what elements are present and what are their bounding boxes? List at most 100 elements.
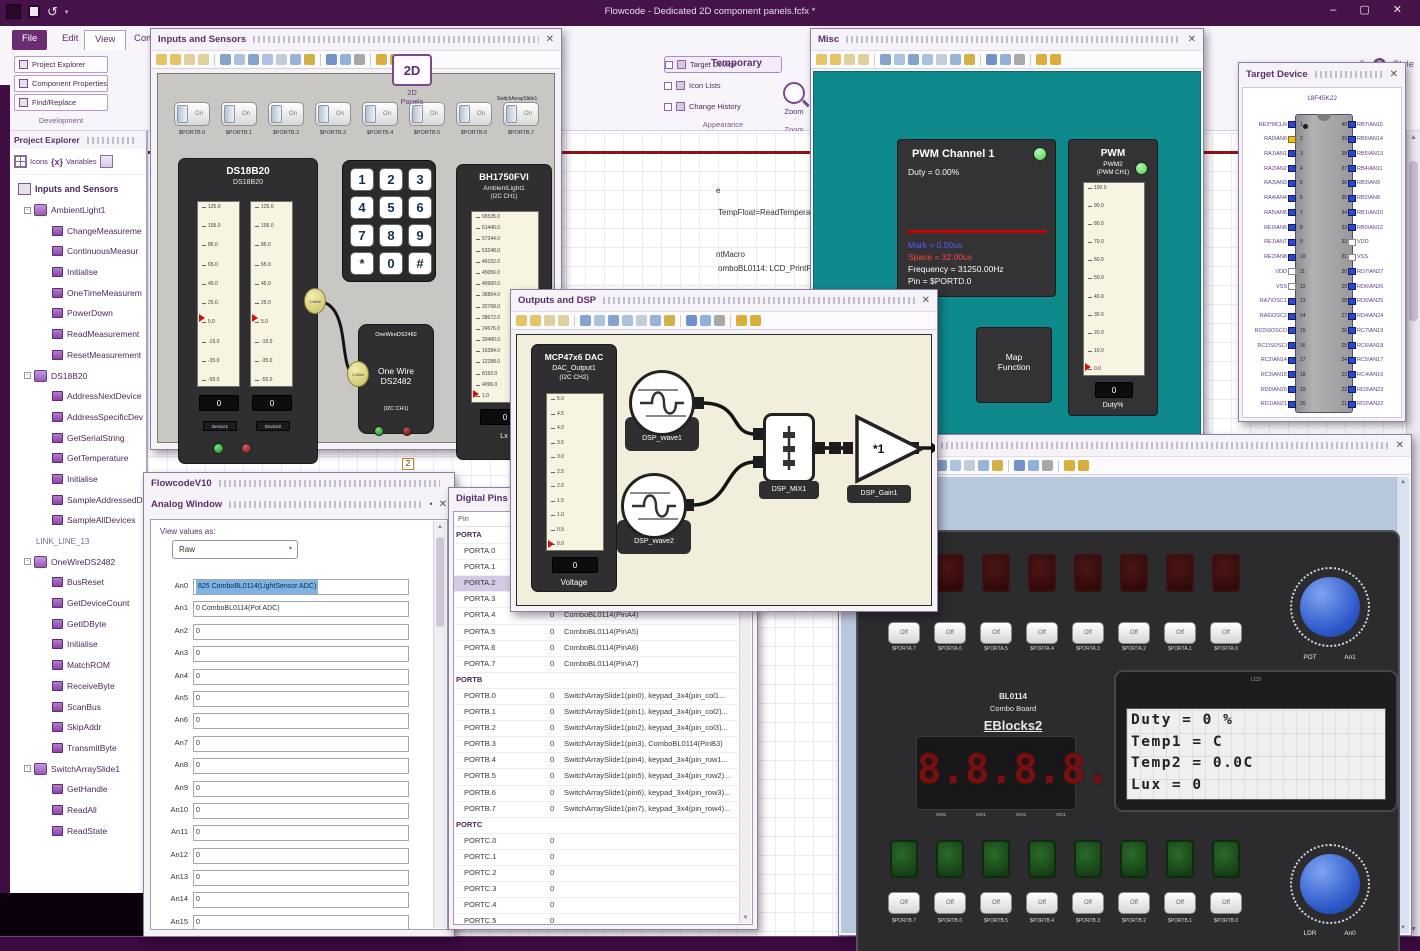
variables-label[interactable]: Variables [66, 157, 97, 166]
toolbar-icon[interactable] [608, 315, 619, 326]
keypad-key-2[interactable]: 2 [379, 168, 403, 191]
tree-item[interactable]: ReadState [10, 820, 146, 841]
slide-switch-7[interactable]: On [503, 102, 539, 126]
inputs-close-icon[interactable]: ✕ [546, 34, 554, 45]
target-close-icon[interactable]: ✕ [1390, 69, 1398, 80]
icons-view-icon[interactable] [14, 155, 27, 168]
toolbar-icon[interactable] [354, 54, 365, 65]
tree-item[interactable]: LINK_LINE_13 [10, 531, 146, 552]
toolbar-icon[interactable] [858, 54, 869, 65]
pwm-channel-component[interactable]: PWM Channel 1 Duty = 0.00% Mark = 0.00us… [897, 139, 1056, 297]
toolbar-icon[interactable] [622, 315, 633, 326]
tree-item[interactable]: TransmitByte [10, 738, 146, 759]
keypad-key-8[interactable]: 8 [379, 224, 403, 247]
porta-switch-2[interactable]: Off [980, 622, 1012, 644]
tree-item[interactable]: GetHandle [10, 779, 146, 800]
tree-item[interactable]: AddressSpecificDev [10, 407, 146, 428]
porta-switch-4[interactable]: Off [1072, 622, 1104, 644]
toolbar-icon[interactable] [1064, 460, 1075, 471]
zoom-group[interactable]: Zoom · Zoom [779, 82, 809, 134]
clipped-toolbar-icon[interactable] [99, 155, 113, 168]
analog-row-An15[interactable]: An15 0 [160, 914, 431, 929]
checkbox-icon[interactable] [664, 102, 672, 111]
toolbar-icon[interactable] [950, 54, 961, 65]
slide-switch-3[interactable]: On [315, 102, 351, 126]
digital-pin-row-PORTC.1[interactable]: PORTC.1 0 [454, 850, 738, 866]
tab-edit[interactable]: Edit [52, 30, 88, 50]
toolbar-icon[interactable] [558, 315, 569, 326]
tree-item[interactable]: ContinuousMeasur [10, 241, 146, 262]
porta-switch-3[interactable]: Off [1026, 622, 1058, 644]
map-function-component[interactable]: Map Function [976, 327, 1052, 403]
toolbar-icon[interactable] [750, 315, 761, 326]
zoom-icon[interactable] [783, 82, 805, 104]
porta-switch-7[interactable]: Off [1210, 622, 1242, 644]
analog-value-field[interactable]: 0 [193, 713, 409, 730]
toolbar-icon[interactable] [170, 54, 181, 65]
toolbar-icon[interactable] [276, 54, 287, 65]
portb-switch-3[interactable]: Off [1026, 892, 1058, 914]
keypad-key-9[interactable]: 9 [408, 224, 432, 247]
slide-switch-2[interactable]: On [268, 102, 304, 126]
tree-item[interactable]: Initialise [10, 469, 146, 490]
toolbar-icon[interactable] [340, 54, 351, 65]
ds18b20-device-badge-2[interactable]: Device2 [256, 421, 290, 431]
checkbox-icon[interactable] [665, 60, 673, 69]
analog-row-An7[interactable]: An7 0 [160, 735, 431, 757]
switch-knob[interactable] [271, 105, 282, 123]
expand-icon[interactable]: - [24, 765, 31, 773]
switch-knob[interactable] [506, 105, 517, 123]
analog-value-field[interactable]: 0 [193, 646, 409, 663]
analog-value-field[interactable]: 0 [193, 914, 409, 929]
digital-pin-row-PORTC.3[interactable]: PORTC.3 0 [454, 882, 738, 899]
analog-value-field[interactable]: 0 [193, 690, 409, 707]
analog-row-An0[interactable]: An0 825 ComboBL0114(LightSensor ADC) [160, 578, 431, 600]
toolbar-icon[interactable] [1036, 54, 1047, 65]
toolbar-icon[interactable] [530, 315, 541, 326]
analog-row-An12[interactable]: An12 0 [160, 847, 431, 869]
toolbar-icon[interactable] [1000, 54, 1011, 65]
digital-pin-row-PORTB.0[interactable]: PORTB.0 0 SwitchArraySlide1(pin0), keypad_… [454, 689, 738, 706]
digital-pin-row-PORTB[interactable]: ▸PORTB [454, 673, 738, 689]
ds18b20-device-badge-1[interactable]: Device1 [203, 421, 237, 431]
switch-knob[interactable] [365, 105, 376, 123]
analog-row-An11[interactable]: An11 0 [160, 824, 431, 846]
toolbar-icon[interactable] [986, 54, 997, 65]
porta-switch-6[interactable]: Off [1164, 622, 1196, 644]
scroll-thumb[interactable] [1409, 161, 1418, 321]
portb-switch-5[interactable]: Off [1118, 892, 1150, 914]
outputs-close-icon[interactable]: ✕ [922, 295, 930, 306]
keypad-key-#[interactable]: # [408, 252, 432, 275]
digital-pin-row-PORTB.5[interactable]: PORTB.5 0 SwitchArraySlide1(pin5), keypad_… [454, 769, 738, 786]
portb-switch-2[interactable]: Off [980, 892, 1012, 914]
portb-switch-6[interactable]: Off [1164, 892, 1196, 914]
toolbar-icon[interactable] [1050, 54, 1061, 65]
toolbar-icon[interactable] [964, 54, 975, 65]
keypad-key-7[interactable]: 7 [350, 224, 374, 247]
toolbar-icon[interactable] [830, 54, 841, 65]
slide-switch-1[interactable]: On [221, 102, 257, 126]
expand-icon[interactable]: - [24, 206, 31, 214]
analog-value-field[interactable]: 825 ComboBL0114(LightSensor ADC) [193, 579, 409, 595]
portb-switch-7[interactable]: Off [1210, 892, 1242, 914]
expand-icon[interactable]: - [24, 372, 31, 380]
digital-pin-row-PORTB.3[interactable]: PORTB.3 0 SwitchArraySlide1(pin3), ComboBL… [454, 737, 738, 754]
digital-pin-row-PORTA.6[interactable]: PORTA.6 0 ComboBL0114(PinA6) [454, 641, 738, 657]
keypad-key-*[interactable]: * [350, 252, 374, 275]
analog-tab-title[interactable]: Analog Window [151, 499, 222, 510]
digital-pin-row-PORTB.2[interactable]: PORTB.2 0 SwitchArraySlide1(pin2), keypad_… [454, 721, 738, 738]
digital-pin-row-PORTC.4[interactable]: PORTC.4 0 [454, 898, 738, 915]
dsp-gain-icon[interactable]: *1 [851, 411, 931, 491]
pwm-duty-slider[interactable]: 100.0 90.0 80.0 70.0 60.0 50.0 40.0 30.0 20.0 10.… [1083, 182, 1145, 376]
analog-value-field[interactable]: 0 [193, 758, 409, 775]
toolbar-icon[interactable] [198, 54, 209, 65]
analog-row-An10[interactable]: An10 0 [160, 802, 431, 824]
porta-switch-5[interactable]: Off [1118, 622, 1150, 644]
toolbar-icon[interactable] [650, 315, 661, 326]
toolbar-icon[interactable] [922, 54, 933, 65]
tree-item[interactable]: ReceiveByte [10, 676, 146, 697]
tree-item[interactable]: Initialise [10, 634, 146, 655]
porta-switch-0[interactable]: Off [888, 622, 920, 644]
view-option-icon-lists[interactable]: Icon Lists [664, 77, 782, 94]
portb-switch-1[interactable]: Off [934, 892, 966, 914]
